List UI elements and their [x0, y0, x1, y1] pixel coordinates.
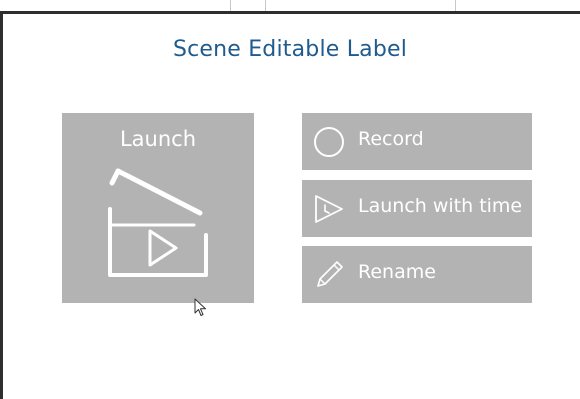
launch-with-time-button[interactable]: Launch with time — [302, 180, 532, 237]
scene-title: Scene Editable Label — [172, 37, 408, 62]
circle-record-icon — [314, 127, 344, 157]
record-button[interactable]: Record — [302, 113, 532, 170]
rename-button[interactable]: Rename — [302, 246, 532, 303]
top-border-divider — [230, 0, 231, 11]
pencil-icon — [317, 261, 343, 287]
timed-play-icon — [315, 195, 343, 223]
mouse-pointer-icon — [194, 298, 206, 316]
launch-with-time-button-label: Launch with time — [358, 195, 523, 217]
rename-button-label: Rename — [358, 261, 436, 283]
launch-button[interactable]: Launch — [62, 113, 254, 303]
window-top-border — [0, 0, 580, 14]
clapperboard-play-icon — [108, 168, 208, 277]
launch-button-label: Launch — [119, 127, 197, 151]
top-border-divider — [265, 0, 266, 11]
top-border-divider — [455, 0, 456, 11]
record-button-label: Record — [358, 128, 424, 150]
